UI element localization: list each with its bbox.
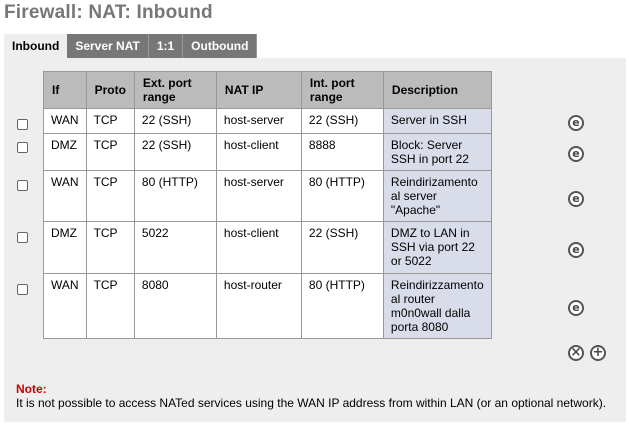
- cell-int-port: 22 (SSH): [300, 221, 384, 274]
- cell-description: Reindirizzamento al router m0n0wall dall…: [382, 273, 492, 339]
- row-select-checkbox[interactable]: [17, 119, 28, 130]
- column-header-if: If: [43, 71, 87, 109]
- cell-description: Reindirizamento al server "Apache": [382, 170, 492, 222]
- cell-ext-port: 22 (SSH): [133, 133, 217, 171]
- tab-server-nat[interactable]: Server NAT: [67, 34, 149, 58]
- edit-icon[interactable]: e: [568, 115, 584, 131]
- page-title: Firewall: NAT: Inbound: [4, 2, 213, 23]
- cell-description: Server in SSH: [382, 108, 492, 134]
- column-header-int-port: Int. port range: [300, 71, 384, 109]
- cell-proto: TCP: [85, 108, 135, 134]
- table-row[interactable]: WAN TCP 80 (HTTP) host-server 80 (HTTP) …: [43, 170, 492, 222]
- cell-ext-port: 22 (SSH): [133, 108, 217, 134]
- edit-icon[interactable]: e: [568, 242, 584, 258]
- cell-if: DMZ: [43, 133, 87, 171]
- cell-description: DMZ to LAN in SSH via port 22 or 5022: [382, 221, 492, 274]
- cell-proto: TCP: [85, 221, 135, 274]
- cell-if: DMZ: [43, 221, 87, 274]
- cell-if: WAN: [43, 170, 87, 222]
- row-select-checkbox[interactable]: [17, 180, 28, 191]
- cell-nat-ip: host-server: [215, 108, 302, 134]
- cell-proto: TCP: [85, 273, 135, 339]
- cell-nat-ip: host-router: [215, 273, 302, 339]
- edit-icon[interactable]: e: [568, 300, 584, 316]
- tab-bar: Inbound Server NAT 1:1 Outbound: [4, 34, 258, 58]
- cell-ext-port: 80 (HTTP): [133, 170, 217, 222]
- cell-proto: TCP: [85, 170, 135, 222]
- cell-int-port: 80 (HTTP): [300, 170, 384, 222]
- table-header-row: If Proto Ext. port range NAT IP Int. por…: [43, 71, 492, 109]
- cell-if: WAN: [43, 273, 87, 339]
- edit-icon[interactable]: e: [568, 191, 584, 207]
- cell-int-port: 22 (SSH): [300, 108, 384, 134]
- table-row[interactable]: WAN TCP 22 (SSH) host-server 22 (SSH) Se…: [43, 108, 492, 134]
- table-row[interactable]: WAN TCP 8080 host-router 80 (HTTP) Reind…: [43, 273, 492, 339]
- tab-outbound[interactable]: Outbound: [183, 34, 258, 58]
- cell-nat-ip: host-client: [215, 133, 302, 171]
- row-select-checkbox[interactable]: [17, 142, 28, 153]
- cell-proto: TCP: [85, 133, 135, 171]
- note-label: Note:: [16, 382, 47, 396]
- cell-int-port: 80 (HTTP): [300, 273, 384, 339]
- cell-ext-port: 5022: [133, 221, 217, 274]
- note-block: Note: It is not possible to access NATed…: [16, 382, 606, 410]
- nat-rules-table: If Proto Ext. port range NAT IP Int. por…: [43, 71, 492, 339]
- cell-description: Block: Server SSH in port 22: [382, 133, 492, 171]
- column-header-proto: Proto: [85, 71, 135, 109]
- tab-one-to-one[interactable]: 1:1: [148, 34, 184, 58]
- add-icon[interactable]: +: [590, 345, 606, 361]
- table-row[interactable]: DMZ TCP 5022 host-client 22 (SSH) DMZ to…: [43, 221, 492, 274]
- tab-inbound[interactable]: Inbound: [4, 34, 68, 58]
- column-header-ext-port: Ext. port range: [133, 71, 217, 109]
- cell-int-port: 8888: [300, 133, 384, 171]
- cell-nat-ip: host-server: [215, 170, 302, 222]
- delete-icon[interactable]: ×: [568, 345, 584, 361]
- cell-if: WAN: [43, 108, 87, 134]
- column-header-nat-ip: NAT IP: [215, 71, 302, 109]
- column-header-description: Description: [382, 71, 492, 109]
- row-select-checkbox[interactable]: [17, 284, 28, 295]
- note-text: It is not possible to access NATed servi…: [16, 396, 607, 410]
- edit-icon[interactable]: e: [568, 146, 584, 162]
- cell-ext-port: 8080: [133, 273, 217, 339]
- tab-content-panel: If Proto Ext. port range NAT IP Int. por…: [4, 58, 626, 422]
- table-row[interactable]: DMZ TCP 22 (SSH) host-client 8888 Block:…: [43, 133, 492, 171]
- cell-nat-ip: host-client: [215, 221, 302, 274]
- row-select-checkbox[interactable]: [17, 232, 28, 243]
